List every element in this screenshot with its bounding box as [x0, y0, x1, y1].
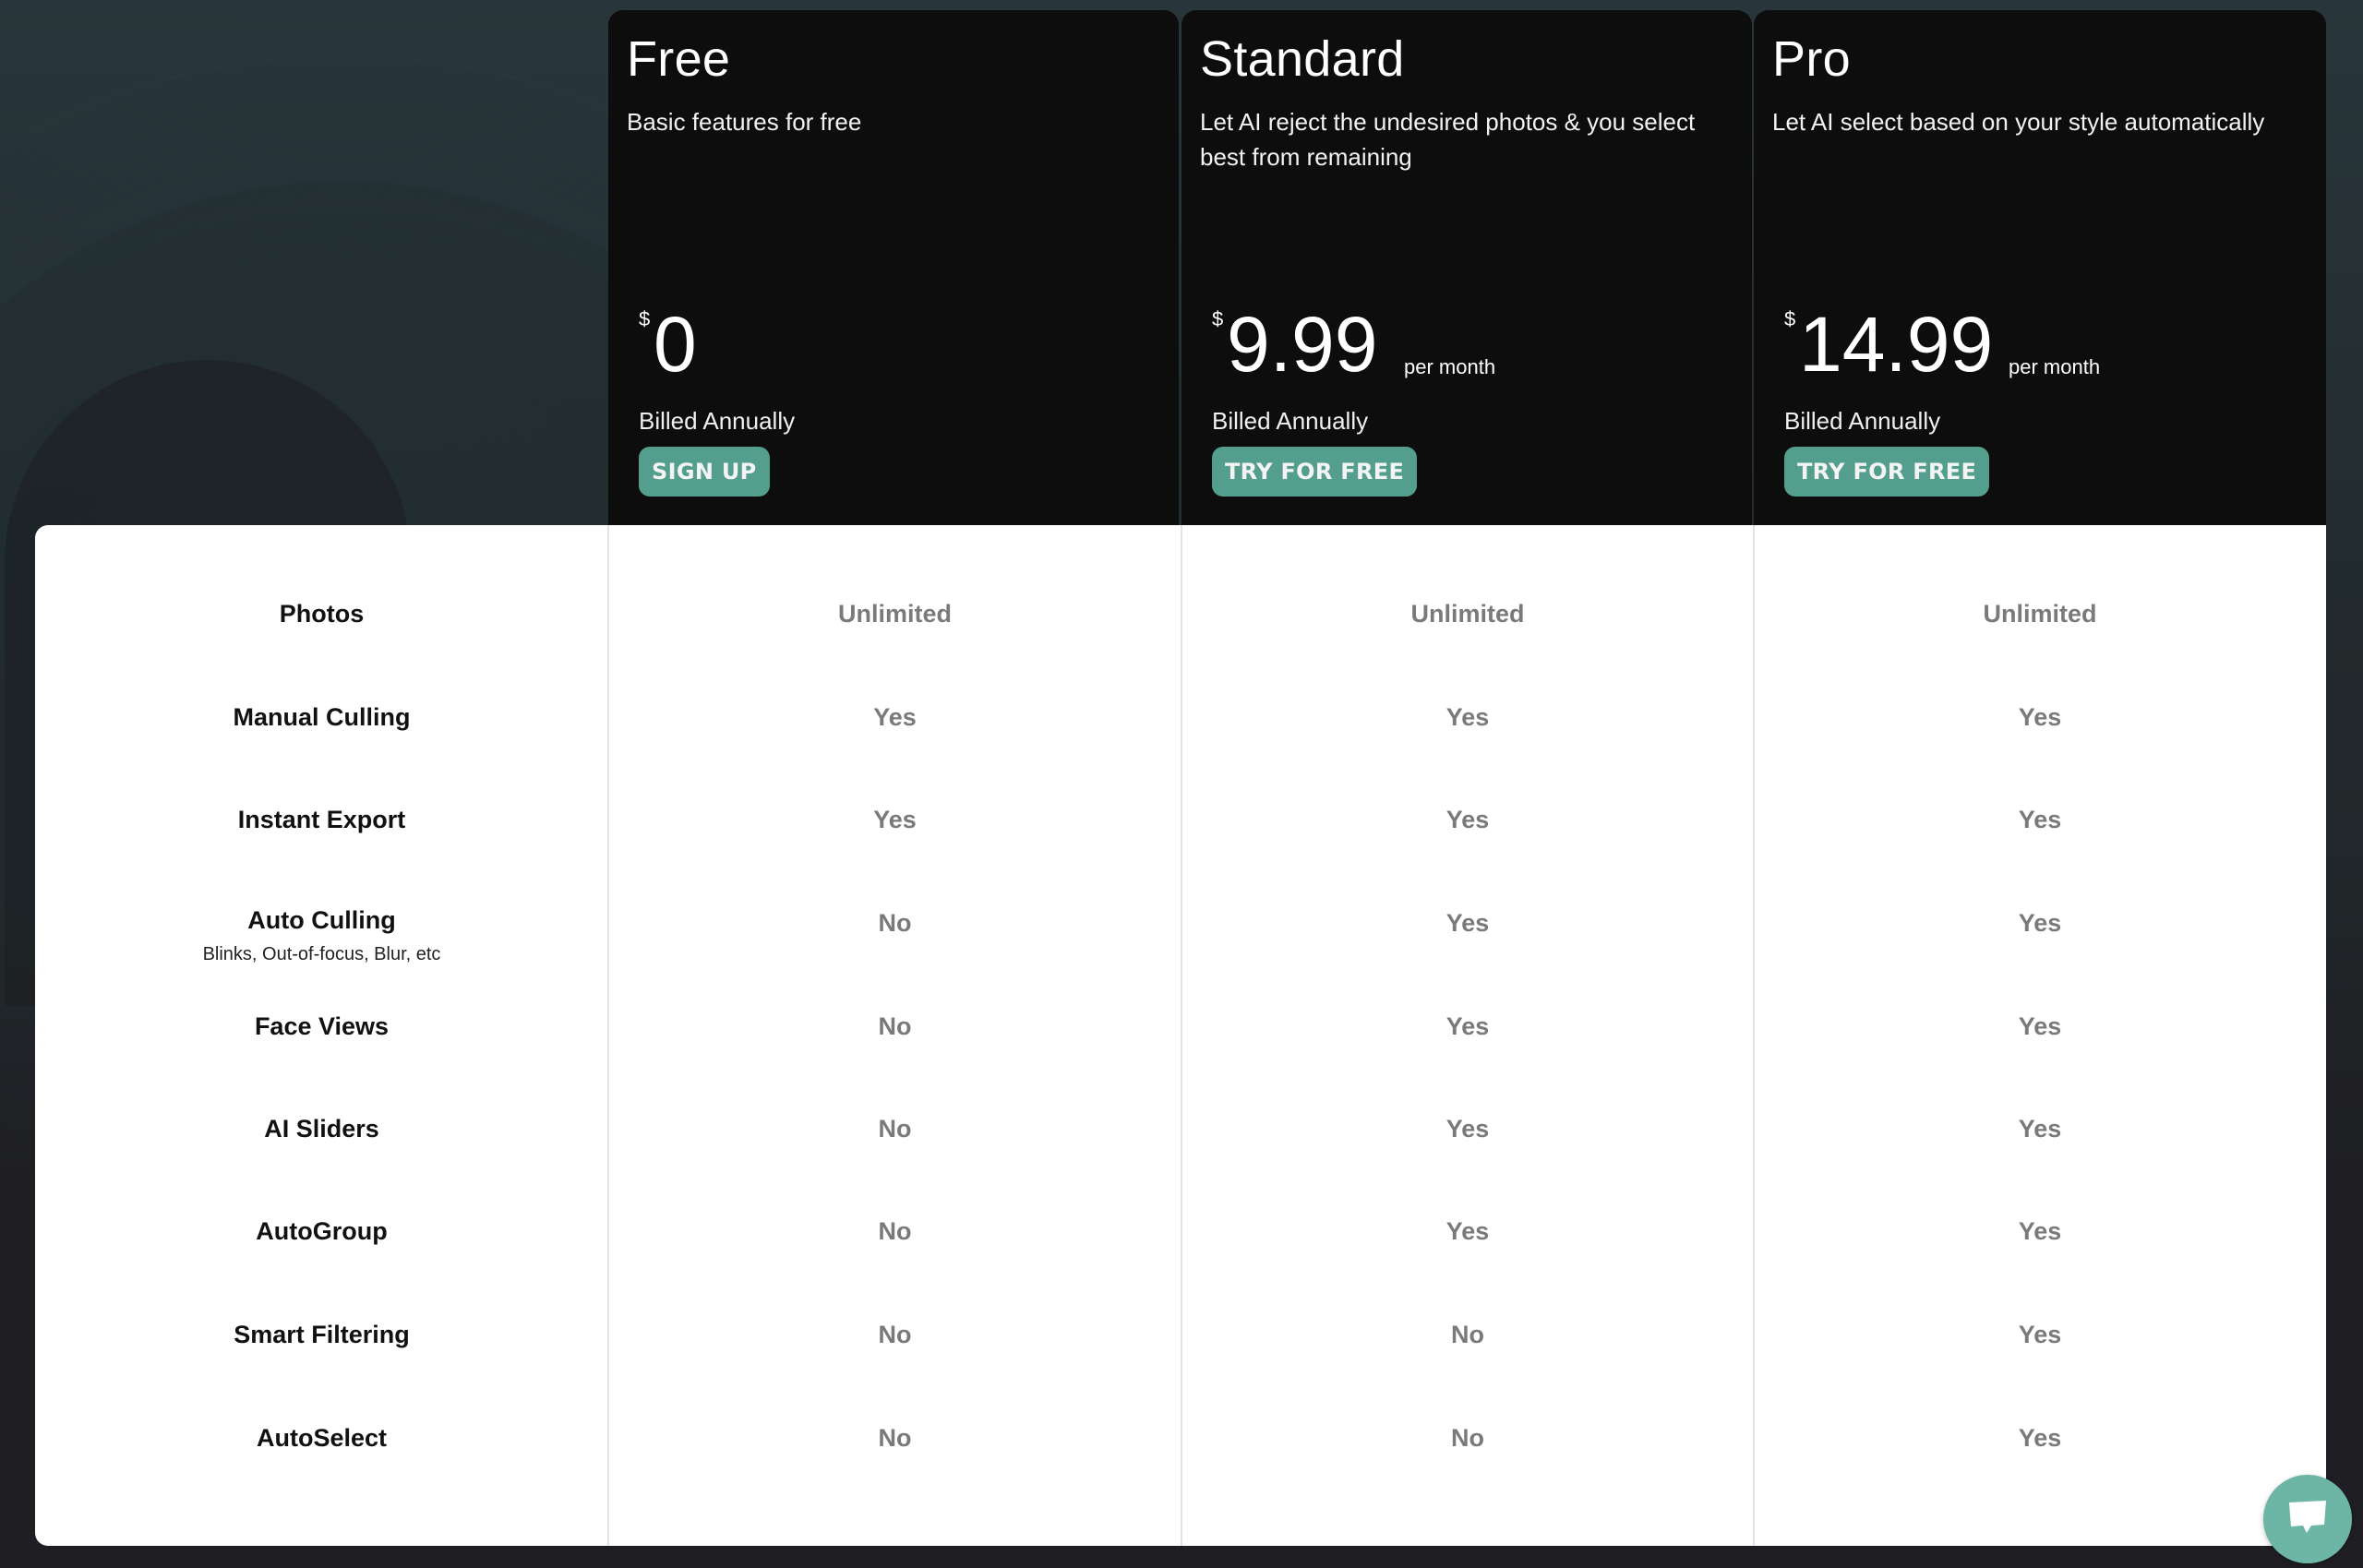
feature-value-standard: Yes	[1445, 702, 1490, 731]
table-row-photos: Photos Unlimited Unlimited Unlimited	[35, 562, 2326, 665]
table-row-autoselect: AutoSelect No No Yes	[35, 1386, 2326, 1490]
feature-value-standard: Yes	[1445, 908, 1490, 937]
plan-name: Standard	[1200, 31, 1405, 87]
currency-symbol: $	[639, 307, 651, 330]
feature-name: AI Sliders	[264, 1114, 379, 1143]
feature-value-free: No	[878, 1114, 912, 1143]
plan-description: Let AI reject the undesired photos & you…	[1200, 108, 1696, 171]
feature-value-pro: Yes	[2018, 1114, 2062, 1143]
feature-value-free: No	[878, 908, 912, 937]
currency-symbol: $	[1212, 307, 1224, 330]
chat-widget-button[interactable]	[2263, 1475, 2352, 1563]
try-for-free-button-pro[interactable]: TRY FOR FREE	[1784, 447, 1990, 497]
feature-name: Manual Culling	[233, 702, 411, 731]
feature-name: AutoGroup	[256, 1216, 388, 1245]
table-row-smart-filtering: Smart Filtering No No Yes	[35, 1283, 2326, 1386]
feature-subtitle: Blinks, Out-of-focus, Blur, etc	[202, 944, 441, 964]
price-amount: 14.99	[1799, 301, 1994, 388]
feature-value-pro: Yes	[2018, 1216, 2062, 1245]
table-row-instant-export: Instant Export Yes Yes Yes	[35, 768, 2326, 871]
feature-value-standard: Yes	[1445, 1011, 1490, 1040]
billing-note: Billed Annually	[1212, 407, 1369, 435]
plan-card-free: Free Basic features for free $ 0 Billed …	[608, 10, 1179, 527]
feature-name: AutoSelect	[256, 1423, 388, 1452]
price-amount: 9.99	[1227, 301, 1378, 388]
feature-value-pro: Yes	[2018, 1423, 2062, 1452]
feature-value-free: Yes	[873, 805, 917, 833]
table-row-manual-culling: Manual Culling Yes Yes Yes	[35, 665, 2326, 769]
feature-value-free: No	[878, 1423, 912, 1452]
feature-value-free: Unlimited	[837, 599, 952, 628]
feature-value-standard: No	[1451, 1320, 1484, 1348]
table-row-autogroup: AutoGroup No Yes Yes	[35, 1179, 2326, 1283]
feature-value-pro: Yes	[2018, 702, 2062, 731]
feature-comparison-table: Photos Unlimited Unlimited Unlimited Man…	[35, 525, 2326, 1546]
feature-name: Photos	[279, 599, 365, 628]
price-period: per month	[2009, 355, 2101, 378]
feature-value-free: Yes	[873, 702, 917, 731]
currency-symbol: $	[1784, 307, 1796, 330]
feature-name: Instant Export	[237, 805, 406, 833]
feature-name: Auto Culling	[247, 906, 396, 934]
feature-value-pro: Unlimited	[1983, 599, 2097, 628]
plan-description: Basic features for free	[627, 108, 862, 136]
feature-value-pro: Yes	[2018, 805, 2062, 833]
feature-value-pro: Yes	[2018, 1011, 2062, 1040]
table-row-auto-culling: Auto Culling Blinks, Out-of-focus, Blur,…	[35, 871, 2326, 975]
plan-name: Free	[627, 31, 731, 87]
feature-name: Face Views	[254, 1011, 390, 1040]
feature-value-standard: No	[1451, 1423, 1484, 1452]
feature-value-standard: Yes	[1445, 1216, 1490, 1245]
feature-value-standard: Yes	[1445, 805, 1490, 833]
table-row-face-views: Face Views No Yes Yes	[35, 975, 2326, 1078]
plan-description: Let AI select based on your style automa…	[1772, 108, 2265, 136]
billing-note: Billed Annually	[639, 407, 796, 435]
feature-value-standard: Unlimited	[1410, 599, 1525, 628]
plan-name: Pro	[1772, 31, 1851, 87]
plan-card-standard: Standard Let AI reject the undesired pho…	[1182, 10, 1752, 527]
feature-name: Smart Filtering	[234, 1320, 410, 1348]
feature-value-free: No	[878, 1320, 912, 1348]
price-amount: 0	[654, 301, 697, 388]
feature-value-standard: Yes	[1445, 1114, 1490, 1143]
price-period: per month	[1404, 355, 1496, 378]
try-for-free-button-standard[interactable]: TRY FOR FREE	[1212, 447, 1418, 497]
feature-value-free: No	[878, 1011, 912, 1040]
chat-bubble-icon	[2286, 1499, 2329, 1540]
feature-value-free: No	[878, 1216, 912, 1245]
plan-card-pro: Pro Let AI select based on your style au…	[1754, 10, 2326, 527]
table-row-ai-sliders: AI Sliders No Yes Yes	[35, 1077, 2326, 1180]
feature-value-pro: Yes	[2018, 908, 2062, 937]
sign-up-button[interactable]: SIGN UP	[639, 447, 770, 497]
billing-note: Billed Annually	[1784, 407, 1941, 435]
feature-value-pro: Yes	[2018, 1320, 2062, 1348]
